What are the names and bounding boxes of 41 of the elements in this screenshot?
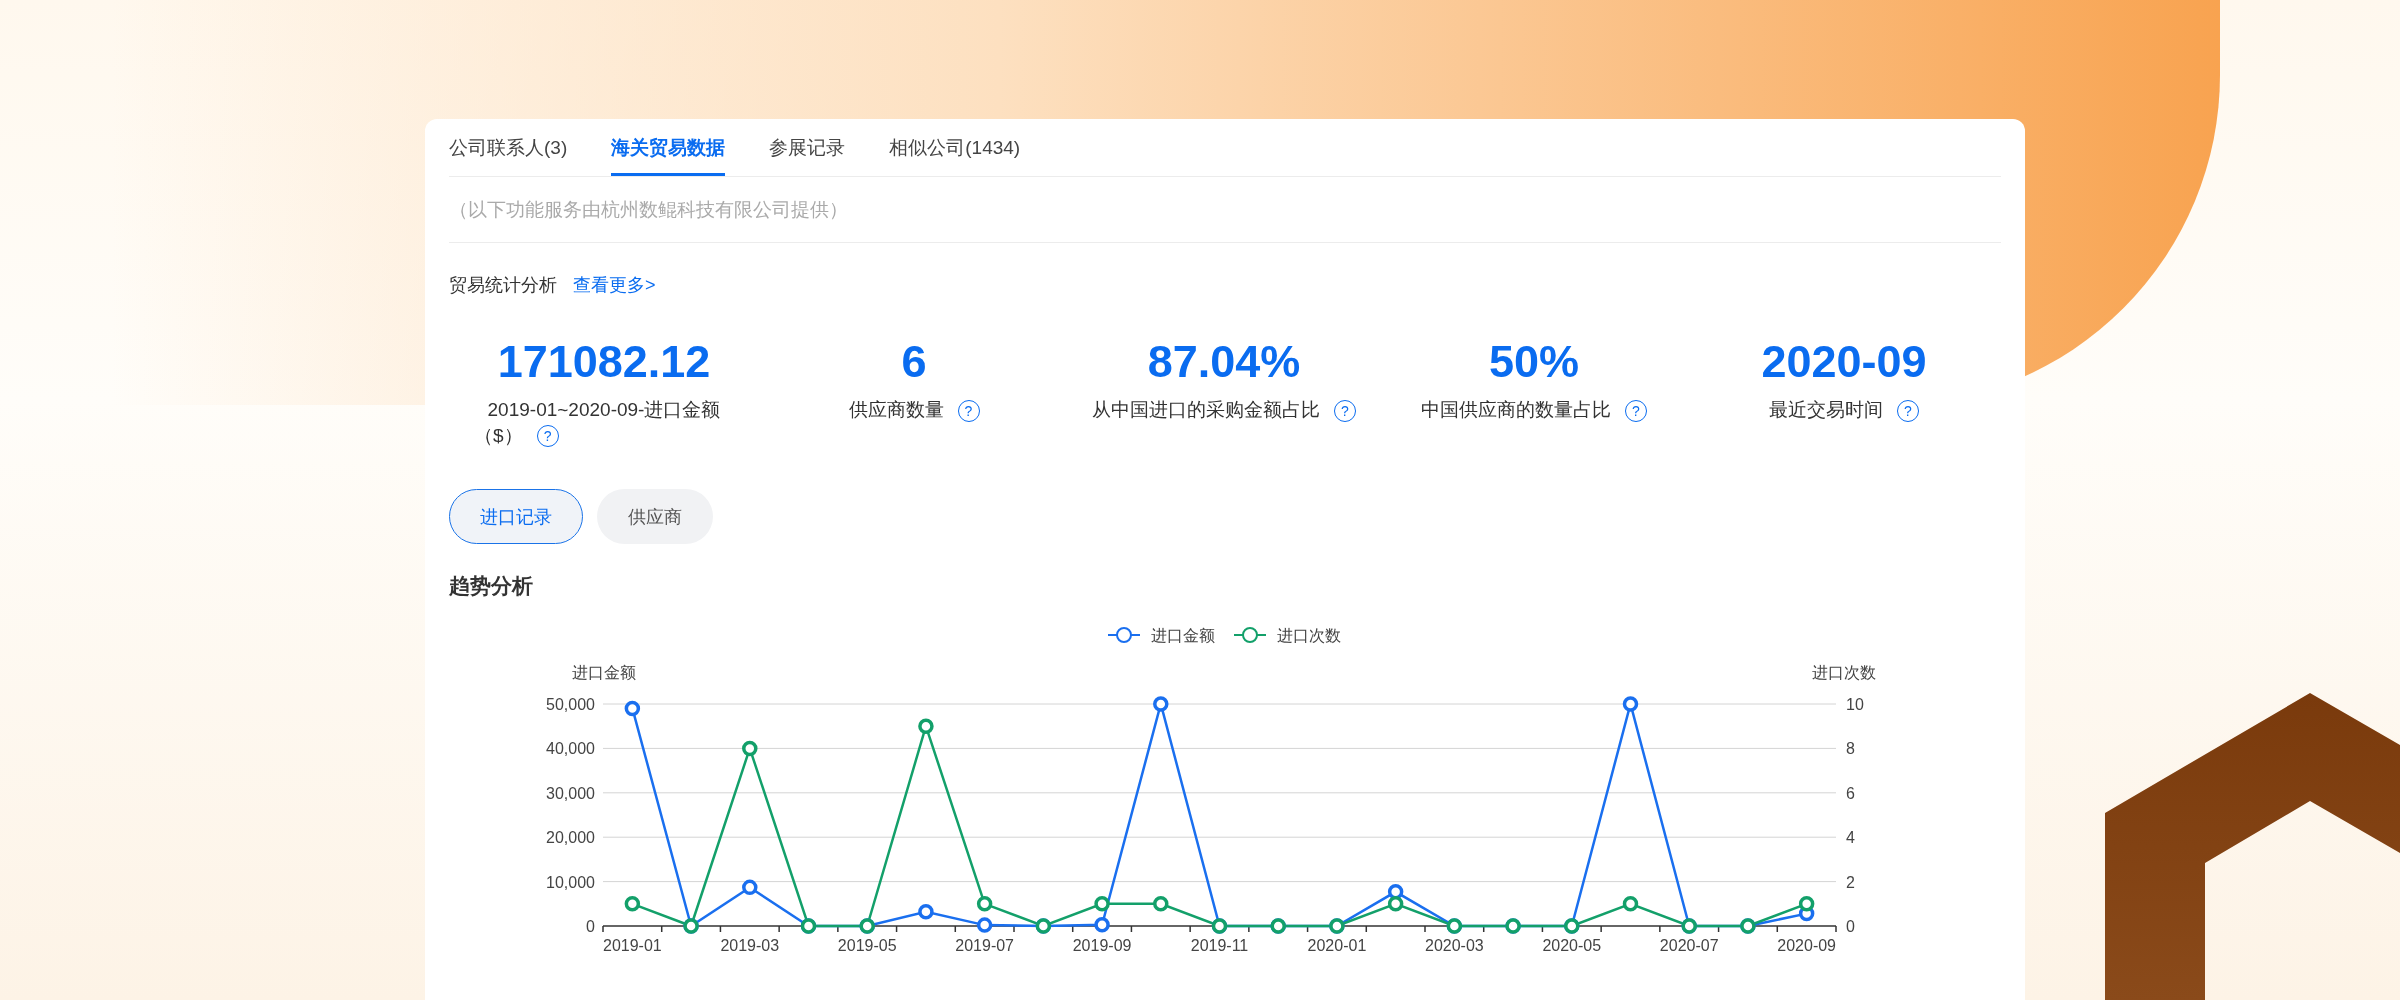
axis-title: 进口金额: [572, 664, 636, 681]
stat-value: 171082.12: [497, 337, 711, 387]
axis-tick-label: 2019-07: [955, 937, 1014, 954]
axis-tick-label: 10: [1846, 696, 1864, 713]
stat-label: 中国供应商的数量占比: [1421, 399, 1611, 420]
axis-tick-label: 2019-09: [1072, 937, 1132, 954]
axis-tick-label: 0: [1846, 918, 1855, 935]
stat-value: 87.04%: [1147, 337, 1301, 387]
stat-label: 供应商数量: [848, 399, 944, 420]
stat-label: 最近交易时间: [1769, 399, 1883, 420]
axis-tick-label: 40,000: [546, 740, 595, 758]
section-title: 贸易统计分析: [449, 274, 557, 297]
axis-tick-label: 2020-09: [1777, 937, 1836, 954]
axis-tick-label: 2020-01: [1307, 937, 1367, 954]
provider-notice: （以下功能服务由杭州数鲲科技有限公司提供）: [449, 197, 848, 222]
axis-tick-label: 2020-03: [1425, 937, 1484, 954]
unit-label: （$）: [474, 424, 523, 448]
axis-tick-label: 2: [1846, 873, 1855, 891]
axis-tick-label: 10,000: [546, 873, 595, 891]
legend-label: 进口金额: [1151, 627, 1215, 644]
stat-value: 2020-09: [1761, 337, 1927, 387]
axis-tick-label: 50,000: [546, 696, 595, 713]
axis-tick-label: 30,000: [546, 784, 595, 802]
axis-tick-label: 20,000: [546, 829, 595, 847]
axis-tick-label: 2019-05: [837, 937, 897, 954]
axis-tick-label: 2020-07: [1659, 937, 1719, 954]
stat-label: 从中国进口的采购金额占比: [1092, 399, 1320, 420]
axis-tick-label: 2019-11: [1190, 937, 1249, 954]
stat-label: 2019-01~2020-09-进口金额: [486, 398, 722, 422]
axis-tick-label: 0: [586, 918, 595, 935]
section-title: 趋势分析: [449, 573, 534, 599]
axis-tick-label: 2020-05: [1542, 937, 1602, 954]
axis-tick-label: 8: [1846, 740, 1855, 758]
axis-tick-label: 6: [1846, 784, 1855, 802]
axis-title: 进口次数: [1812, 664, 1876, 681]
stat-value: 50%: [1488, 337, 1580, 387]
axis-tick-label: 2019-03: [720, 937, 780, 954]
axis-tick-label: 2019-01: [603, 937, 662, 954]
axis-tick-label: 4: [1846, 829, 1855, 847]
legend-label: 进口次数: [1277, 627, 1341, 644]
stat-value: 6: [901, 337, 927, 387]
